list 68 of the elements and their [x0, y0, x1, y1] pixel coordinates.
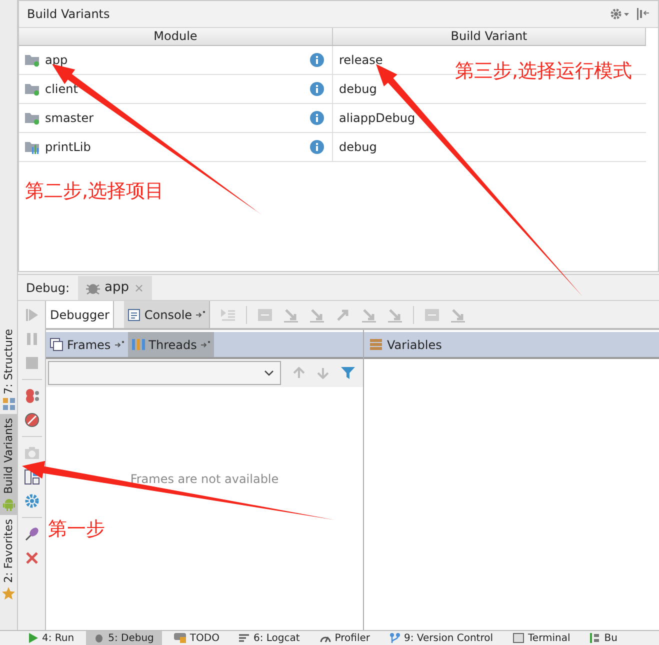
- bug-icon: [94, 633, 104, 643]
- chevron-down-icon: [264, 370, 274, 376]
- column-header[interactable]: Build Variant: [333, 28, 646, 45]
- module-folder-icon: [25, 82, 40, 96]
- annotation-text: 第三步,选择运行模式: [455, 59, 632, 84]
- session-tab[interactable]: app ×: [78, 276, 152, 300]
- debugger-tab[interactable]: Debugger: [46, 301, 114, 328]
- camera-icon[interactable]: [24, 445, 40, 461]
- tool-window-tab[interactable]: TODO: [166, 631, 228, 645]
- column-header[interactable]: Module: [19, 28, 333, 45]
- settings-icon[interactable]: [24, 493, 40, 509]
- build-variant-value[interactable]: debug: [339, 82, 377, 96]
- filter-icon[interactable]: [341, 366, 355, 380]
- module-folder-icon: [25, 112, 40, 124]
- breakpoints-icon[interactable]: [24, 388, 40, 404]
- variables-header: Variables: [364, 332, 659, 359]
- build-variant-value[interactable]: aliappDebug: [339, 111, 416, 125]
- info-icon[interactable]: [310, 82, 324, 96]
- module-folder-icon: [25, 54, 40, 66]
- tool-window-tab[interactable]: Build Variants: [0, 414, 17, 516]
- frames-icon: [50, 338, 63, 351]
- library-module-icon: [25, 140, 40, 154]
- hide-panel-icon[interactable]: [636, 8, 650, 20]
- todo-icon: [174, 633, 186, 643]
- panel-title: Build Variants: [27, 7, 110, 21]
- debug-label: Debug:: [26, 280, 70, 294]
- lines-icon: [239, 633, 250, 643]
- terminal-icon: [513, 633, 524, 643]
- frames-tab[interactable]: Threads: [128, 332, 214, 357]
- android-icon: [2, 498, 14, 512]
- resume-icon[interactable]: [24, 307, 40, 323]
- empty-message: Frames are not available: [130, 472, 279, 486]
- mute-icon[interactable]: [24, 412, 40, 428]
- play-icon: [28, 633, 38, 643]
- tool-window-tab[interactable]: 9: Version Control: [382, 631, 502, 645]
- tool-window-tab[interactable]: Profiler: [312, 631, 378, 645]
- info-icon[interactable]: [310, 111, 324, 125]
- tool-window-tab[interactable]: 2: Favorites: [0, 515, 17, 604]
- stop-icon[interactable]: [24, 355, 40, 371]
- debugger-tab[interactable]: Console: [124, 301, 210, 328]
- star-icon: [2, 587, 15, 600]
- variables-icon: [370, 339, 382, 350]
- tool-window-tab[interactable]: Terminal: [505, 631, 578, 645]
- pin-arrow-icon: [200, 341, 210, 348]
- tool-window-tab[interactable]: 5: Debug: [86, 631, 162, 645]
- build-variant-value[interactable]: debug: [339, 140, 377, 154]
- pin-arrow-icon: [196, 311, 206, 318]
- pin-icon[interactable]: [24, 526, 40, 542]
- tool-window-tab[interactable]: 7: Structure: [0, 325, 17, 414]
- settings-icon[interactable]: [610, 8, 630, 20]
- annotation-text: 第二步,选择项目: [25, 179, 164, 204]
- tool-window-tab[interactable]: Bu: [582, 631, 626, 645]
- down-arrow-icon[interactable]: [317, 367, 330, 379]
- tool-window-tab[interactable]: 6: Logcat: [231, 631, 308, 645]
- build-variant-value[interactable]: release: [339, 53, 383, 67]
- pin-arrow-icon: [114, 341, 124, 348]
- up-arrow-icon[interactable]: [293, 367, 306, 379]
- thread-dropdown[interactable]: [48, 361, 282, 385]
- branch-icon: [390, 633, 400, 643]
- annotation-text: 第一步: [48, 517, 105, 542]
- info-icon[interactable]: [310, 140, 324, 154]
- structure-icon: [2, 398, 14, 410]
- info-icon[interactable]: [310, 53, 324, 67]
- console-icon: [128, 308, 140, 320]
- threads-icon: [132, 338, 145, 351]
- close-icon[interactable]: [24, 550, 40, 566]
- build-icon: [590, 633, 600, 643]
- tool-window-tab[interactable]: 4: Run: [20, 631, 82, 645]
